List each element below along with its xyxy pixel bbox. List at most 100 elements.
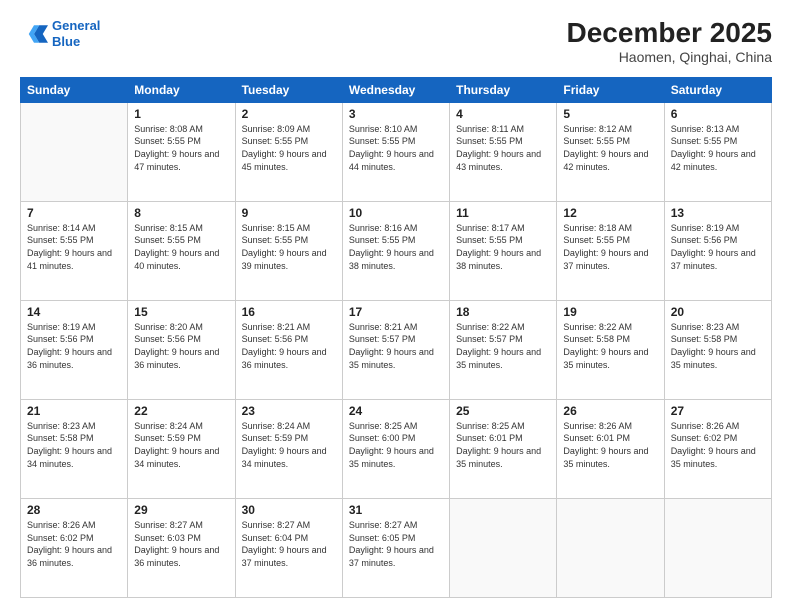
cell-1-1 (21, 102, 128, 201)
cell-info: Sunrise: 8:11 AMSunset: 5:55 PMDaylight:… (456, 123, 550, 173)
cell-info: Sunrise: 8:26 AMSunset: 6:01 PMDaylight:… (563, 420, 657, 470)
day-number: 30 (242, 503, 336, 517)
cell-info: Sunrise: 8:22 AMSunset: 5:57 PMDaylight:… (456, 321, 550, 371)
day-number: 27 (671, 404, 765, 418)
day-number: 1 (134, 107, 228, 121)
logo-line1: General (52, 18, 100, 33)
cell-info: Sunrise: 8:24 AMSunset: 5:59 PMDaylight:… (134, 420, 228, 470)
cell-1-6: 5 Sunrise: 8:12 AMSunset: 5:55 PMDaylight… (557, 102, 664, 201)
cell-info: Sunrise: 8:20 AMSunset: 5:56 PMDaylight:… (134, 321, 228, 371)
cell-1-3: 2 Sunrise: 8:09 AMSunset: 5:55 PMDaylight… (235, 102, 342, 201)
header-saturday: Saturday (664, 77, 771, 102)
day-number: 8 (134, 206, 228, 220)
cell-1-5: 4Sunrise: 8:11 AMSunset: 5:55 PMDaylight… (450, 102, 557, 201)
cell-3-6: 19 Sunrise: 8:22 AMSunset: 5:58 PMDayligh… (557, 300, 664, 399)
logo-icon (20, 20, 48, 48)
page: General Blue December 2025 Haomen, Qingh… (0, 0, 792, 612)
day-number: 29 (134, 503, 228, 517)
header-thursday: Thursday (450, 77, 557, 102)
cell-4-1: 21 Sunrise: 8:23 AMSunset: 5:58 PMDayligh… (21, 399, 128, 498)
cell-1-7: 6 Sunrise: 8:13 AMSunset: 5:55 PMDaylight… (664, 102, 771, 201)
cell-info: Sunrise: 8:08 AMSunset: 5:55 PMDaylight:… (134, 123, 228, 173)
cell-5-6 (557, 498, 664, 597)
logo: General Blue (20, 18, 100, 49)
cell-4-3: 23Sunrise: 8:24 AMSunset: 5:59 PMDayligh… (235, 399, 342, 498)
day-number: 25 (456, 404, 550, 418)
cell-info: Sunrise: 8:15 AMSunset: 5:55 PMDaylight:… (134, 222, 228, 272)
cell-1-2: 1 Sunrise: 8:08 AMSunset: 5:55 PMDaylight… (128, 102, 235, 201)
header-monday: Monday (128, 77, 235, 102)
day-number: 22 (134, 404, 228, 418)
cell-4-6: 26 Sunrise: 8:26 AMSunset: 6:01 PMDayligh… (557, 399, 664, 498)
cell-info: Sunrise: 8:23 AMSunset: 5:58 PMDaylight:… (671, 321, 765, 371)
cell-info: Sunrise: 8:12 AMSunset: 5:55 PMDaylight:… (563, 123, 657, 173)
cell-info: Sunrise: 8:22 AMSunset: 5:58 PMDaylight:… (563, 321, 657, 371)
cell-2-5: 11Sunrise: 8:17 AMSunset: 5:55 PMDayligh… (450, 201, 557, 300)
cell-info: Sunrise: 8:27 AMSunset: 6:04 PMDaylight:… (242, 519, 336, 569)
cell-3-7: 20Sunrise: 8:23 AMSunset: 5:58 PMDayligh… (664, 300, 771, 399)
cell-1-4: 3 Sunrise: 8:10 AMSunset: 5:55 PMDaylight… (342, 102, 449, 201)
calendar-header-row: Sunday Monday Tuesday Wednesday Thursday… (21, 77, 772, 102)
day-number: 6 (671, 107, 765, 121)
day-number: 21 (27, 404, 121, 418)
day-number: 12 (563, 206, 657, 220)
day-number: 2 (242, 107, 336, 121)
day-number: 24 (349, 404, 443, 418)
cell-4-5: 25 Sunrise: 8:25 AMSunset: 6:01 PMDayligh… (450, 399, 557, 498)
cell-3-3: 16Sunrise: 8:21 AMSunset: 5:56 PMDayligh… (235, 300, 342, 399)
week-row-4: 21 Sunrise: 8:23 AMSunset: 5:58 PMDayligh… (21, 399, 772, 498)
cell-info: Sunrise: 8:09 AMSunset: 5:55 PMDaylight:… (242, 123, 336, 173)
logo-text: General Blue (52, 18, 100, 49)
day-number: 7 (27, 206, 121, 220)
day-number: 31 (349, 503, 443, 517)
header-sunday: Sunday (21, 77, 128, 102)
cell-info: Sunrise: 8:10 AMSunset: 5:55 PMDaylight:… (349, 123, 443, 173)
day-number: 3 (349, 107, 443, 121)
day-number: 18 (456, 305, 550, 319)
day-number: 19 (563, 305, 657, 319)
week-row-3: 14Sunrise: 8:19 AMSunset: 5:56 PMDayligh… (21, 300, 772, 399)
cell-info: Sunrise: 8:18 AMSunset: 5:55 PMDaylight:… (563, 222, 657, 272)
header-tuesday: Tuesday (235, 77, 342, 102)
day-number: 26 (563, 404, 657, 418)
cell-3-2: 15Sunrise: 8:20 AMSunset: 5:56 PMDayligh… (128, 300, 235, 399)
cell-info: Sunrise: 8:15 AMSunset: 5:55 PMDaylight:… (242, 222, 336, 272)
cell-info: Sunrise: 8:27 AMSunset: 6:03 PMDaylight:… (134, 519, 228, 569)
cell-info: Sunrise: 8:19 AMSunset: 5:56 PMDaylight:… (671, 222, 765, 272)
day-number: 28 (27, 503, 121, 517)
cell-3-4: 17 Sunrise: 8:21 AMSunset: 5:57 PMDayligh… (342, 300, 449, 399)
calendar-subtitle: Haomen, Qinghai, China (567, 49, 772, 65)
header: General Blue December 2025 Haomen, Qingh… (20, 18, 772, 65)
cell-2-4: 10Sunrise: 8:16 AMSunset: 5:55 PMDayligh… (342, 201, 449, 300)
day-number: 9 (242, 206, 336, 220)
title-block: December 2025 Haomen, Qinghai, China (567, 18, 772, 65)
cell-2-3: 9 Sunrise: 8:15 AMSunset: 5:55 PMDaylight… (235, 201, 342, 300)
cell-info: Sunrise: 8:13 AMSunset: 5:55 PMDaylight:… (671, 123, 765, 173)
cell-2-7: 13Sunrise: 8:19 AMSunset: 5:56 PMDayligh… (664, 201, 771, 300)
day-number: 23 (242, 404, 336, 418)
cell-info: Sunrise: 8:23 AMSunset: 5:58 PMDaylight:… (27, 420, 121, 470)
cell-2-1: 7 Sunrise: 8:14 AMSunset: 5:55 PMDaylight… (21, 201, 128, 300)
cell-4-2: 22 Sunrise: 8:24 AMSunset: 5:59 PMDayligh… (128, 399, 235, 498)
day-number: 14 (27, 305, 121, 319)
cell-info: Sunrise: 8:21 AMSunset: 5:57 PMDaylight:… (349, 321, 443, 371)
logo-line2: Blue (52, 34, 80, 49)
cell-2-6: 12 Sunrise: 8:18 AMSunset: 5:55 PMDayligh… (557, 201, 664, 300)
cell-5-3: 30 Sunrise: 8:27 AMSunset: 6:04 PMDayligh… (235, 498, 342, 597)
cell-3-5: 18 Sunrise: 8:22 AMSunset: 5:57 PMDayligh… (450, 300, 557, 399)
cell-2-2: 8 Sunrise: 8:15 AMSunset: 5:55 PMDaylight… (128, 201, 235, 300)
header-friday: Friday (557, 77, 664, 102)
cell-info: Sunrise: 8:14 AMSunset: 5:55 PMDaylight:… (27, 222, 121, 272)
calendar-title: December 2025 (567, 18, 772, 49)
week-row-1: 1 Sunrise: 8:08 AMSunset: 5:55 PMDaylight… (21, 102, 772, 201)
cell-info: Sunrise: 8:17 AMSunset: 5:55 PMDaylight:… (456, 222, 550, 272)
cell-4-7: 27 Sunrise: 8:26 AMSunset: 6:02 PMDayligh… (664, 399, 771, 498)
cell-info: Sunrise: 8:26 AMSunset: 6:02 PMDaylight:… (671, 420, 765, 470)
day-number: 10 (349, 206, 443, 220)
cell-5-7 (664, 498, 771, 597)
day-number: 17 (349, 305, 443, 319)
day-number: 5 (563, 107, 657, 121)
cell-5-4: 31Sunrise: 8:27 AMSunset: 6:05 PMDayligh… (342, 498, 449, 597)
cell-info: Sunrise: 8:25 AMSunset: 6:01 PMDaylight:… (456, 420, 550, 470)
day-number: 16 (242, 305, 336, 319)
